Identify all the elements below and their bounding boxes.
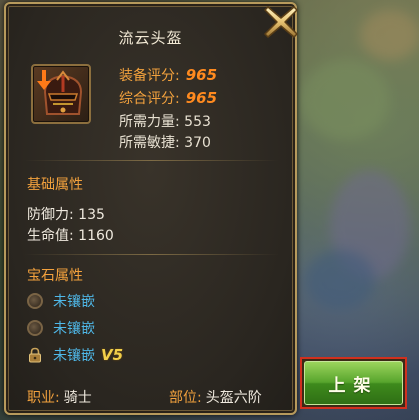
gem-slot-status: 未镶嵌 <box>53 294 95 310</box>
equip-score-label: 装备评分: <box>119 68 180 84</box>
gem-slot-status: 未镶嵌 <box>53 348 95 364</box>
list-for-sale-label: 上架 <box>304 361 403 405</box>
gem-slot-row[interactable]: 未镶嵌 <box>27 291 95 311</box>
slot-label: 部位: <box>169 390 202 406</box>
overall-score-value: 965 <box>185 89 218 107</box>
close-icon[interactable] <box>262 3 300 41</box>
downgrade-arrow-icon <box>37 70 51 90</box>
overall-score-row: 综合评分: 965 <box>119 88 217 108</box>
class-row: 职业: 骑士 <box>27 387 92 407</box>
vip-requirement-badge: V5 <box>101 346 124 364</box>
required-strength-label: 所需力量: <box>119 114 180 130</box>
list-for-sale-button[interactable]: 上架 <box>300 357 407 409</box>
item-slot[interactable] <box>31 64 91 124</box>
defense-row: 防御力: 135 <box>27 204 105 224</box>
empty-socket-icon <box>27 293 43 309</box>
slot-row: 部位: 头盔六阶 <box>169 387 262 407</box>
basic-attributes-heading: 基础属性 <box>27 177 83 193</box>
defense-label: 防御力: <box>27 207 74 223</box>
class-label: 职业: <box>27 390 60 406</box>
slot-value: 头盔六阶 <box>205 390 262 406</box>
divider <box>24 254 279 255</box>
lock-icon <box>29 347 41 363</box>
defense-value: 135 <box>78 207 105 223</box>
item-detail-panel: 流云头盔 装备评分: 965 综合评分: 965 所需力量: 553 所需敏捷: 3… <box>4 2 297 415</box>
item-name: 流云头盔 <box>118 29 183 47</box>
gem-slot-status: 未镶嵌 <box>53 321 95 337</box>
empty-socket-icon <box>27 320 43 336</box>
gem-slot-row[interactable]: 未镶嵌 <box>27 318 95 338</box>
equip-score-row: 装备评分: 965 <box>119 65 217 85</box>
required-agility-label: 所需敏捷: <box>119 135 180 151</box>
required-strength-value: 553 <box>184 114 211 130</box>
hp-label: 生命值: <box>27 228 74 244</box>
gem-slot-row-locked[interactable]: 未镶嵌 V5 <box>27 345 123 365</box>
hp-value: 1160 <box>78 228 114 244</box>
required-agility-row: 所需敏捷: 370 <box>119 132 211 152</box>
hp-row: 生命值: 1160 <box>27 225 114 245</box>
required-strength-row: 所需力量: 553 <box>119 111 211 131</box>
equip-score-value: 965 <box>185 66 218 84</box>
gem-attributes-heading: 宝石属性 <box>27 268 83 284</box>
class-value: 骑士 <box>63 390 92 406</box>
overall-score-label: 综合评分: <box>119 91 180 107</box>
required-agility-value: 370 <box>184 135 211 151</box>
divider <box>24 160 279 161</box>
